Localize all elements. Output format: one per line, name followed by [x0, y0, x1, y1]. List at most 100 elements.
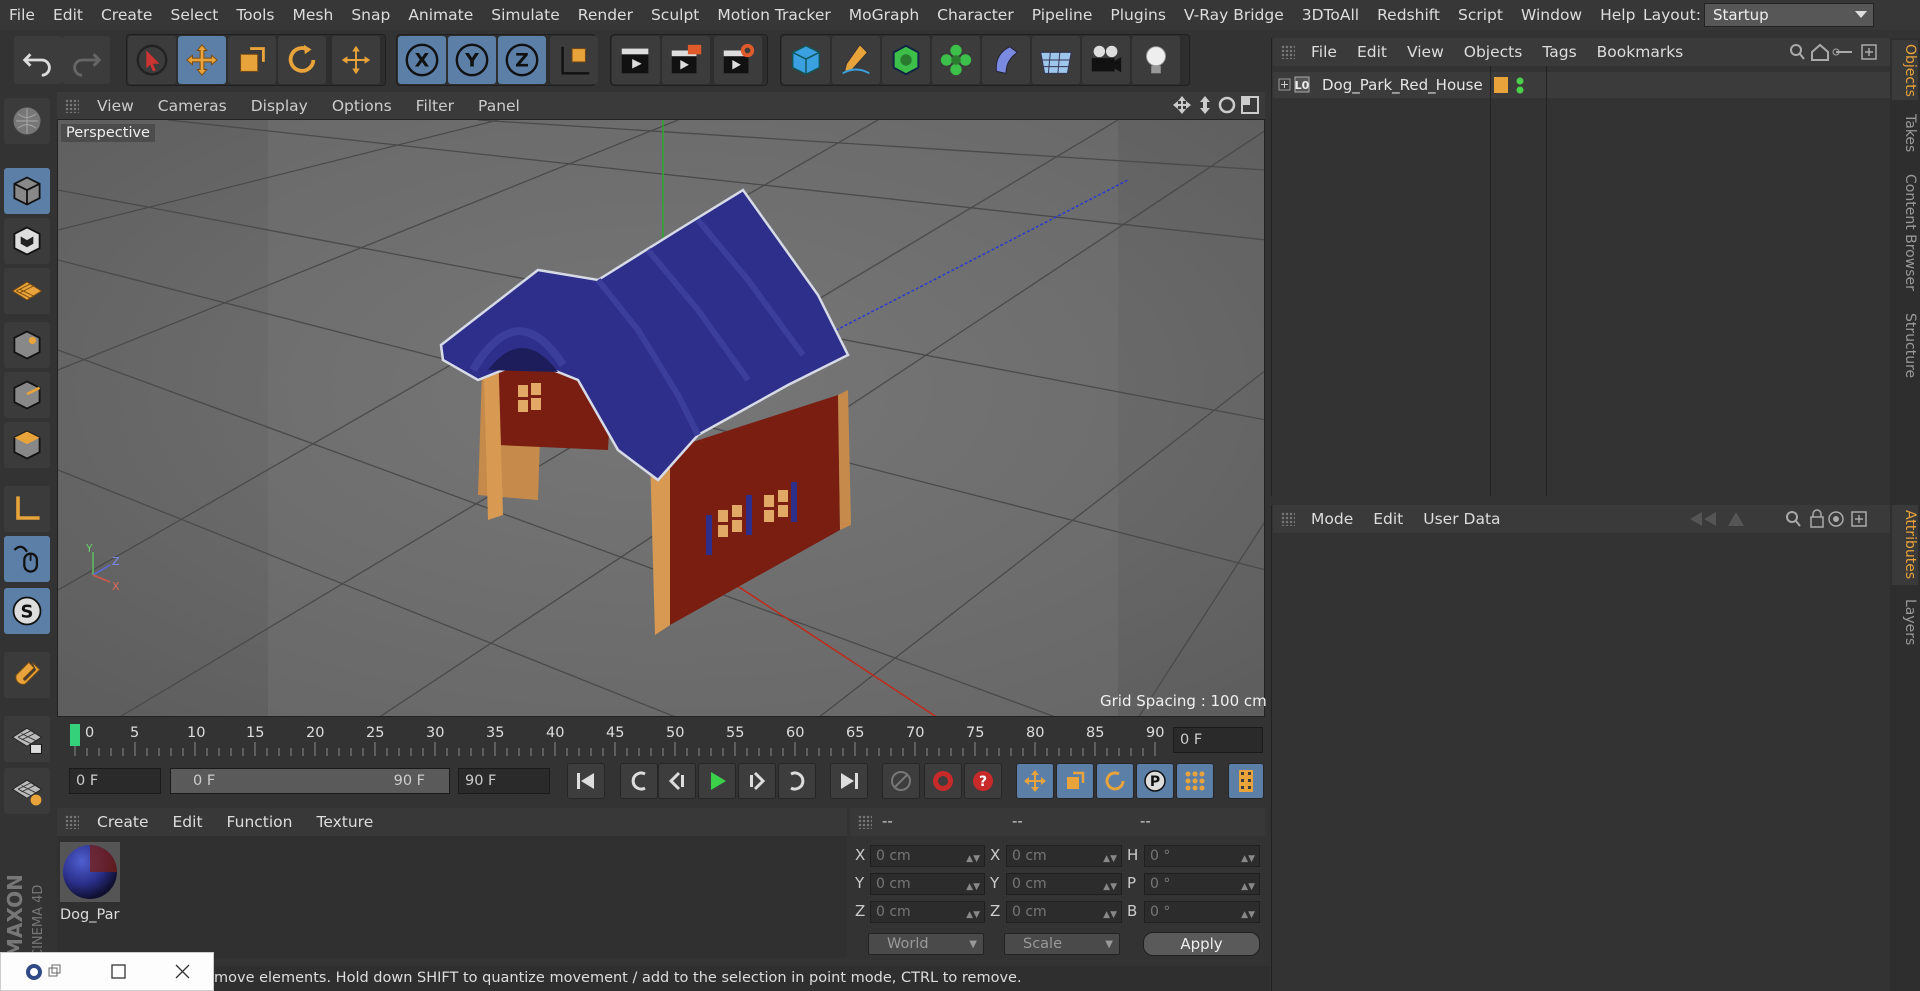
viewport-menu-view[interactable]: View [85, 97, 146, 115]
up-arrow-icon[interactable] [1728, 512, 1744, 526]
menu-file[interactable]: File [0, 6, 44, 24]
panel-grip-icon[interactable] [65, 98, 79, 113]
menu-select[interactable]: Select [161, 6, 227, 24]
menu-render[interactable]: Render [569, 6, 642, 24]
lock-icon[interactable] [1810, 509, 1824, 528]
menu-window[interactable]: Window [1512, 6, 1591, 24]
tab-structure[interactable]: Structure [1892, 306, 1918, 386]
tab-content-browser[interactable]: Content Browser [1892, 168, 1918, 296]
move-tool-button[interactable] [178, 36, 226, 84]
coordinate-space-dropdown[interactable]: World ▼ [868, 933, 984, 955]
menu-tools[interactable]: Tools [227, 6, 283, 24]
autokeying-button[interactable] [924, 763, 962, 799]
close-icon[interactable] [175, 964, 190, 979]
play-button[interactable] [698, 763, 736, 799]
viewport-menu-filter[interactable]: Filter [404, 97, 466, 115]
model-mode-button[interactable] [4, 168, 50, 214]
rot-h-field[interactable]: 0 ° ▲▼ [1144, 845, 1260, 867]
cube-button[interactable] [782, 36, 830, 84]
object-menu-bookmarks[interactable]: Bookmarks [1587, 43, 1694, 61]
enable-axis-lock-button[interactable] [4, 716, 50, 762]
make-editable-button[interactable] [4, 98, 50, 144]
menu-help[interactable]: Help [1591, 6, 1644, 24]
next-frame-button[interactable] [738, 763, 776, 799]
solo-button[interactable]: S [4, 588, 50, 634]
material-menu-texture[interactable]: Texture [304, 813, 385, 831]
maximize-icon[interactable] [111, 964, 126, 979]
end-frame-field[interactable]: 90 F [458, 768, 550, 794]
material-swatch[interactable]: Dog_Par [60, 842, 120, 923]
rotate-tool-button[interactable] [278, 36, 326, 84]
new-window-icon[interactable] [1851, 511, 1867, 527]
menu-motion-tracker[interactable]: Motion Tracker [708, 6, 839, 24]
redo-button[interactable] [62, 36, 110, 84]
goto-start-button[interactable] [567, 763, 605, 799]
points-mode-button[interactable] [4, 322, 50, 368]
layer-color-swatch[interactable] [1494, 77, 1508, 93]
tab-objects[interactable]: Objects [1892, 40, 1918, 100]
goto-end-button[interactable] [830, 763, 868, 799]
timeline-window-button[interactable] [1228, 763, 1264, 799]
expand-icon[interactable] [1278, 78, 1291, 91]
material-menu-create[interactable]: Create [85, 813, 161, 831]
rot-b-field[interactable]: 0 ° ▲▼ [1144, 901, 1260, 923]
object-menu-file[interactable]: File [1301, 43, 1347, 61]
panel-grip-icon[interactable] [1281, 512, 1295, 526]
menu-redshift[interactable]: Redshift [1368, 6, 1449, 24]
menu-edit[interactable]: Edit [44, 6, 92, 24]
object-menu-tags[interactable]: Tags [1532, 43, 1586, 61]
previous-frame-button[interactable] [658, 763, 696, 799]
camera-button[interactable] [1082, 36, 1130, 84]
pan-view-icon[interactable] [1173, 96, 1191, 114]
target-icon[interactable] [1828, 511, 1844, 527]
size-x-field[interactable]: 0 cm ▲▼ [1006, 845, 1122, 867]
menu-snap[interactable]: Snap [342, 6, 399, 24]
menu-create[interactable]: Create [92, 6, 162, 24]
pen-spline-button[interactable] [832, 36, 880, 84]
edges-mode-button[interactable] [4, 372, 50, 418]
attribute-menu-edit[interactable]: Edit [1363, 510, 1413, 528]
attribute-menu-user-data[interactable]: User Data [1413, 510, 1510, 528]
zoom-view-icon[interactable] [1200, 96, 1210, 114]
render-picture-viewer-button[interactable] [662, 36, 710, 84]
render-settings-button[interactable] [714, 36, 762, 84]
viewport-menu-options[interactable]: Options [320, 97, 404, 115]
key-pla-button[interactable] [1176, 763, 1214, 799]
z-axis-button[interactable]: Z [498, 36, 546, 84]
start-frame-field[interactable]: 0 F [69, 768, 161, 794]
panel-grip-icon[interactable] [65, 815, 79, 829]
minimized-window[interactable] [0, 952, 214, 991]
polygons-mode-button[interactable] [4, 422, 50, 468]
object-menu-objects[interactable]: Objects [1454, 43, 1533, 61]
home-icon[interactable] [1811, 43, 1829, 61]
menu-mesh[interactable]: Mesh [284, 6, 343, 24]
transform-tool-button[interactable] [332, 36, 380, 84]
size-y-field[interactable]: 0 cm ▲▼ [1006, 873, 1122, 895]
menu-pipeline[interactable]: Pipeline [1023, 6, 1102, 24]
viewport-menu-display[interactable]: Display [239, 97, 320, 115]
tab-takes[interactable]: Takes [1892, 108, 1918, 158]
link-icon[interactable] [1832, 48, 1852, 56]
menu-plugins[interactable]: Plugins [1101, 6, 1175, 24]
viewport-menu-cameras[interactable]: Cameras [146, 97, 239, 115]
search-icon[interactable] [1790, 44, 1805, 60]
current-frame-field[interactable]: 0 F [1173, 727, 1263, 753]
texture-mode-button[interactable] [4, 218, 50, 264]
size-mode-dropdown[interactable]: Scale ▼ [1004, 933, 1120, 955]
tab-attributes[interactable]: Attributes [1892, 505, 1918, 585]
menu-script[interactable]: Script [1449, 6, 1512, 24]
menu-vray-bridge[interactable]: V-Ray Bridge [1175, 6, 1293, 24]
goto-next-key-button[interactable] [778, 763, 816, 799]
goto-previous-key-button[interactable] [620, 763, 658, 799]
menu-mograph[interactable]: MoGraph [840, 6, 928, 24]
attribute-menu-mode[interactable]: Mode [1301, 510, 1363, 528]
object-name[interactable]: Dog_Park_Red_House [1322, 76, 1483, 94]
keyframe-selection-button[interactable]: ? [964, 763, 1002, 799]
snap-button[interactable] [4, 652, 50, 698]
key-scale-button[interactable] [1056, 763, 1094, 799]
key-parameter-button[interactable]: P [1136, 763, 1174, 799]
deformer-button[interactable] [982, 36, 1030, 84]
y-axis-button[interactable]: Y [448, 36, 496, 84]
panel-grip-icon[interactable] [1281, 45, 1295, 59]
apply-button[interactable]: Apply [1143, 932, 1260, 956]
